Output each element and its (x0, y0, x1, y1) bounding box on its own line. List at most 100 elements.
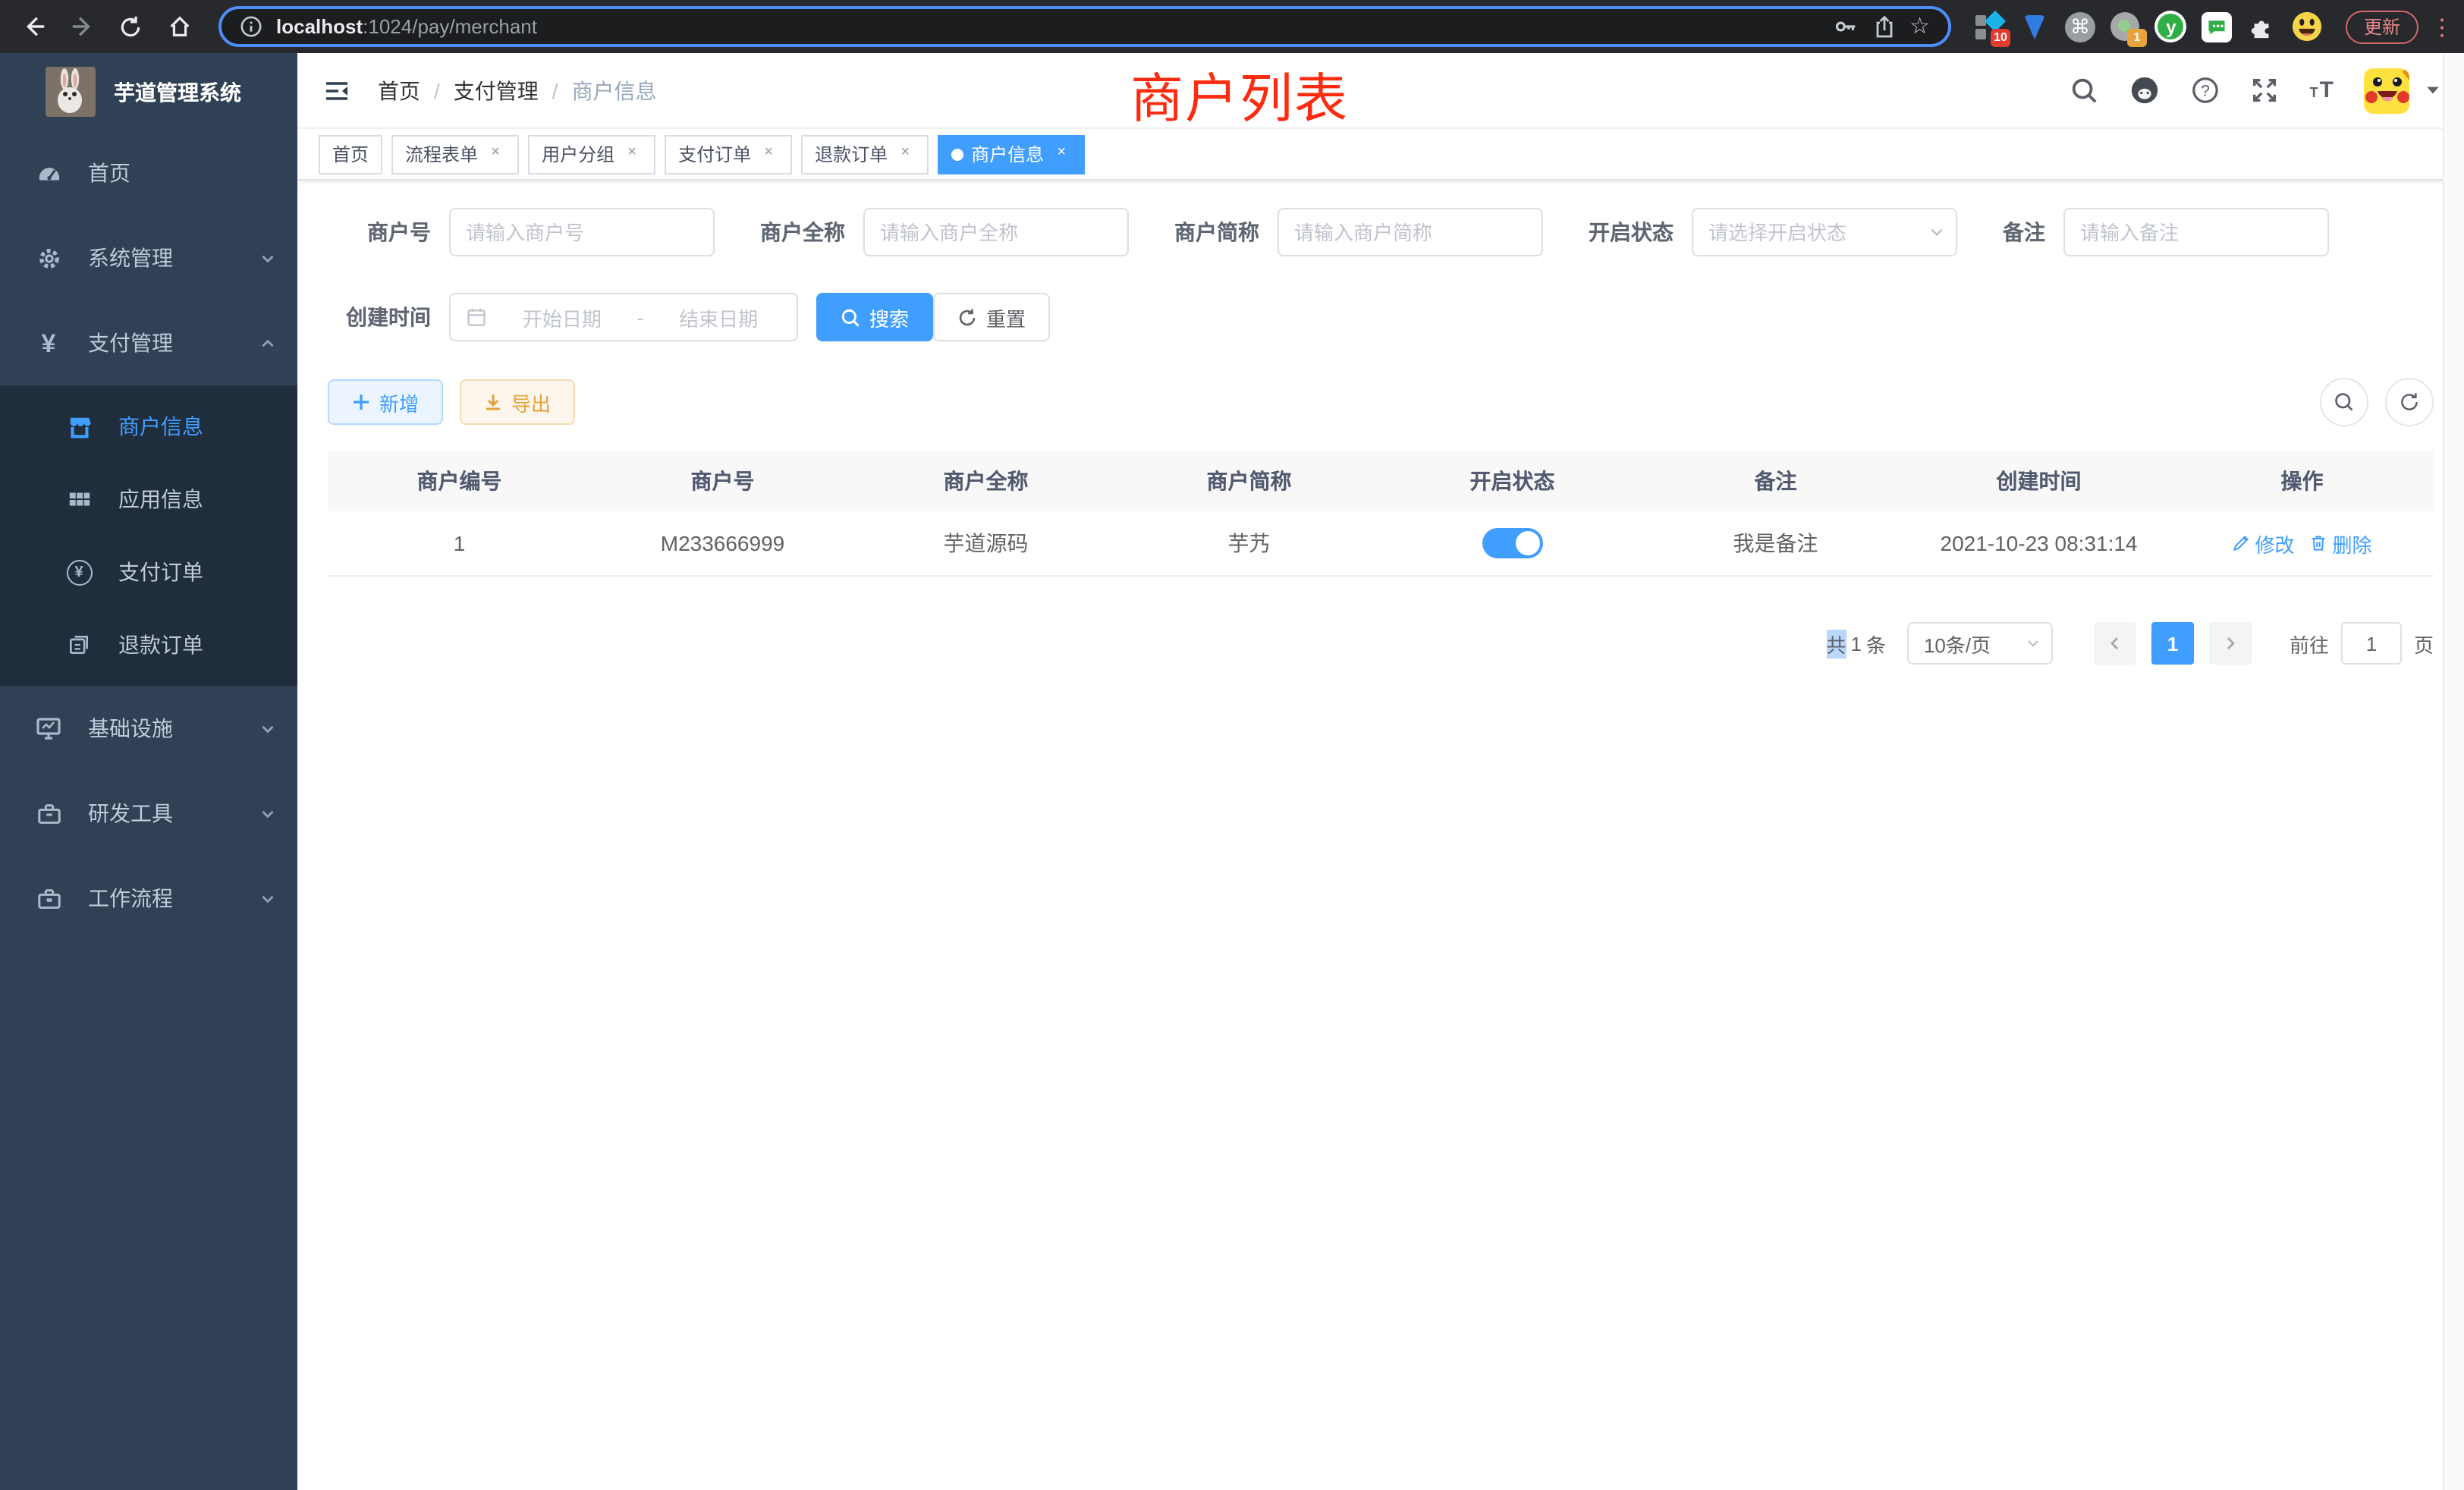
goto-page-input[interactable] (2341, 622, 2402, 665)
cell-merchant-no: M233666999 (591, 531, 854, 555)
next-page-button[interactable] (2209, 622, 2252, 665)
tab-refund-order[interactable]: 退款订单× (801, 134, 929, 174)
font-size-small-glyph: T (2310, 85, 2318, 100)
search-button[interactable]: 搜索 (816, 293, 933, 341)
cell-status (1381, 528, 1644, 558)
help-icon[interactable]: ? (2192, 76, 2220, 105)
hide-search-button[interactable] (2320, 378, 2368, 426)
merchant-name-input[interactable] (863, 208, 1129, 256)
tab-user-group[interactable]: 用户分组× (528, 134, 655, 174)
breadcrumb-pay[interactable]: 支付管理 (454, 75, 539, 105)
sidebar-item-devtools[interactable]: 研发工具 (0, 771, 297, 856)
tab-home[interactable]: 首页 (319, 134, 382, 174)
merchant-table: 商户编号 商户号 商户全称 商户简称 开启状态 备注 创建时间 操作 1 M23… (328, 451, 2434, 577)
goto-label: 前往 (2290, 629, 2329, 658)
extensions-puzzle-icon[interactable] (2246, 10, 2279, 43)
add-button[interactable]: 新增 (328, 379, 443, 425)
tab-merchant-info[interactable]: 商户信息 × (938, 134, 1085, 174)
download-icon (484, 393, 502, 411)
tab-pay-order[interactable]: 支付订单× (665, 134, 792, 174)
browser-forward-button[interactable] (64, 8, 100, 45)
export-button[interactable]: 导出 (460, 379, 575, 425)
filter-label: 创建时间 (328, 302, 431, 332)
browser-update-button[interactable]: 更新 (2346, 10, 2418, 43)
search-icon[interactable] (2070, 76, 2099, 105)
extension-yudao-icon[interactable]: y (2154, 10, 2188, 43)
filter-remark: 备注 (2003, 208, 2329, 256)
sidebar-item-home[interactable]: 首页 (0, 130, 297, 215)
tab-close-icon[interactable]: × (895, 144, 915, 164)
page-info-icon[interactable] (240, 15, 262, 38)
font-size-icon[interactable]: TT (2310, 77, 2334, 103)
status-select-input[interactable] (1692, 208, 1957, 256)
status-toggle[interactable] (1482, 528, 1543, 558)
sidebar-logo[interactable]: 芋道管理系统 (0, 53, 297, 130)
cell-merchant-short: 芋艿 (1117, 528, 1381, 558)
address-bar[interactable]: localhost:1024/pay/merchant ☆ (218, 6, 1951, 47)
merchant-short-input[interactable] (1278, 208, 1543, 256)
sidebar-item-pay-order[interactable]: ¥ 支付订单 (0, 536, 297, 608)
window-scrollbar[interactable] (2443, 53, 2464, 1490)
edit-link[interactable]: 修改 (2232, 529, 2294, 558)
filter-merchant-name: 商户全称 (760, 208, 1129, 256)
browser-back-button[interactable] (15, 8, 52, 45)
tab-label: 商户信息 (971, 141, 1044, 167)
tab-process-form[interactable]: 流程表单× (391, 134, 519, 174)
tab-close-icon[interactable]: × (486, 144, 505, 164)
date-range-picker[interactable]: 开始日期 - 结束日期 (449, 293, 798, 341)
sidebar-item-refund-order[interactable]: 退款订单 (0, 608, 297, 681)
caret-down-icon[interactable] (2425, 82, 2441, 99)
merchant-no-input[interactable] (449, 208, 715, 256)
extension-blue-diamond-icon[interactable]: 10 (1972, 10, 2006, 43)
dashboard-icon (30, 160, 67, 186)
browser-home-button[interactable] (161, 8, 197, 45)
status-select[interactable] (1692, 208, 1957, 256)
briefcase-icon (30, 885, 67, 911)
browser-menu-icon[interactable]: ⋮ (2431, 13, 2449, 40)
github-icon[interactable] (2129, 74, 2161, 106)
remark-input[interactable] (2063, 208, 2329, 256)
refresh-table-button[interactable] (2385, 378, 2434, 426)
edit-link-label: 修改 (2255, 529, 2294, 558)
sidebar-item-infra[interactable]: 基础设施 (0, 686, 297, 771)
user-avatar[interactable] (2364, 68, 2409, 113)
browser-avatar-emoji[interactable] (2291, 10, 2324, 43)
sidebar-item-system[interactable]: 系统管理 (0, 215, 297, 300)
search-icon (841, 307, 860, 327)
sidebar-item-merchant-info[interactable]: 商户信息 (0, 390, 297, 463)
column-header: 商户全称 (854, 466, 1117, 496)
share-icon[interactable] (1872, 14, 1896, 39)
extension-chat-icon[interactable] (2200, 10, 2233, 43)
table-toolbar: 新增 导出 (328, 378, 2434, 426)
sidebar-item-label: 应用信息 (118, 484, 203, 514)
total-suffix: 条 (1866, 629, 1886, 658)
sidebar-item-pay[interactable]: ¥ 支付管理 (0, 300, 297, 385)
page-size-select[interactable] (1907, 622, 2053, 665)
extension-command-icon[interactable]: ⌘ (2063, 10, 2097, 43)
tab-close-icon[interactable]: × (1051, 144, 1071, 164)
tab-close-icon[interactable]: × (622, 144, 642, 164)
fullscreen-icon[interactable] (2251, 76, 2280, 105)
extension-profile-icon[interactable]: 1 (2109, 10, 2142, 43)
page-size-input[interactable] (1907, 622, 2053, 665)
sidebar-collapse-icon[interactable] (320, 74, 354, 107)
chevron-up-icon (259, 335, 276, 351)
url-text: localhost:1024/pay/merchant (276, 15, 537, 38)
yen-glyph: ¥ (42, 330, 56, 356)
total-prefix: 共 (1826, 629, 1846, 658)
breadcrumb-home[interactable]: 首页 (378, 75, 420, 105)
password-key-icon[interactable] (1832, 14, 1858, 39)
reset-button[interactable]: 重置 (933, 293, 1050, 341)
delete-link[interactable]: 删除 (2310, 529, 2372, 558)
page-1-button[interactable]: 1 (2151, 622, 2194, 665)
extension-gem-icon[interactable] (2018, 10, 2051, 43)
breadcrumb-separator: / (434, 78, 440, 102)
sidebar-item-workflow[interactable]: 工作流程 (0, 856, 297, 941)
cell-remark: 我是备注 (1644, 528, 1907, 558)
bookmark-star-icon[interactable]: ☆ (1909, 15, 1930, 38)
browser-reload-button[interactable] (112, 8, 149, 45)
monitor-chart-icon (30, 715, 67, 742)
tab-close-icon[interactable]: × (759, 144, 778, 164)
prev-page-button[interactable] (2094, 622, 2136, 665)
sidebar-item-app-info[interactable]: 应用信息 (0, 463, 297, 536)
